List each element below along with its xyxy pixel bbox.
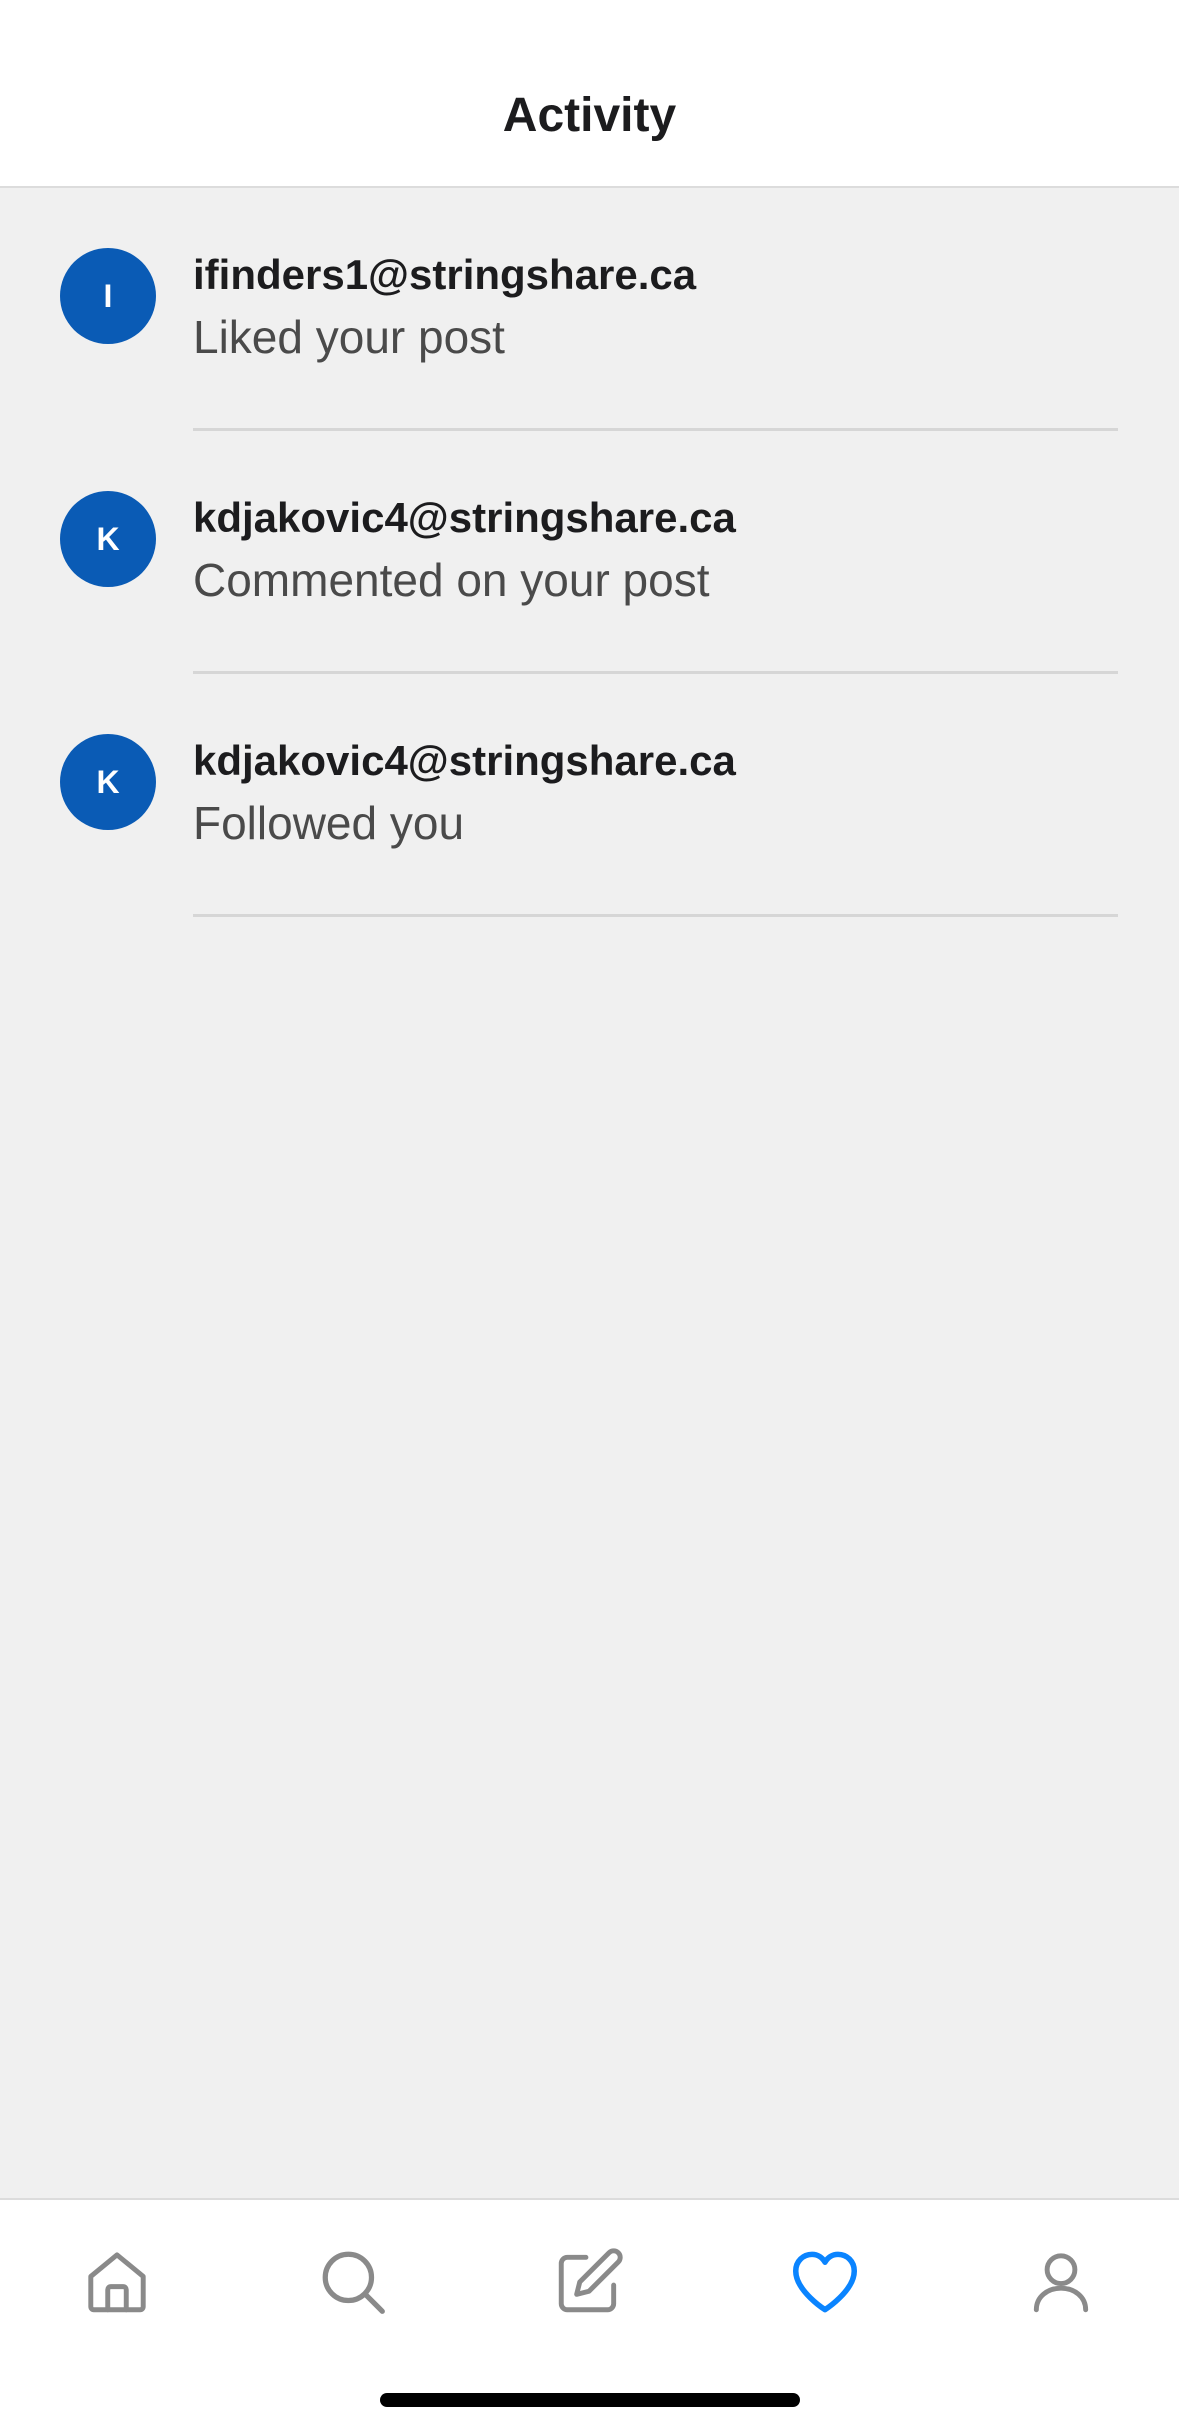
activity-user-email[interactable]: ifinders1@stringshare.ca: [193, 250, 696, 300]
tab-search[interactable]: [293, 2232, 413, 2332]
avatar[interactable]: K: [60, 734, 156, 830]
heart-icon: [792, 2251, 858, 2313]
page-title: Activity: [502, 89, 677, 142]
home-indicator[interactable]: [380, 2393, 800, 2407]
activity-user-email[interactable]: kdjakovic4@stringshare.ca: [193, 736, 736, 786]
search-icon: [322, 2251, 385, 2314]
home-icon: [88, 2252, 146, 2313]
activity-action: Followed you: [193, 797, 465, 849]
activity-row[interactable]: K kdjakovic4@stringshare.ca Followed you: [0, 674, 1179, 917]
profile-icon: [1033, 2253, 1089, 2313]
row-divider: [193, 914, 1118, 917]
avatar[interactable]: I: [60, 248, 156, 344]
tab-activity[interactable]: [765, 2232, 885, 2332]
activity-action: Commented on your post: [193, 554, 710, 606]
activity-user-email[interactable]: kdjakovic4@stringshare.ca: [193, 493, 736, 543]
tab-compose[interactable]: [529, 2232, 649, 2332]
header: Activity: [0, 0, 1179, 188]
compose-icon: [558, 2248, 623, 2313]
tab-profile[interactable]: [1001, 2232, 1121, 2332]
activity-row[interactable]: I ifinders1@stringshare.ca Liked your po…: [0, 188, 1179, 431]
tab-home[interactable]: [57, 2232, 177, 2332]
activity-list: I ifinders1@stringshare.ca Liked your po…: [0, 188, 1179, 917]
activity-row[interactable]: K kdjakovic4@stringshare.ca Commented on…: [0, 431, 1179, 674]
avatar[interactable]: K: [60, 491, 156, 587]
activity-action: Liked your post: [193, 311, 505, 363]
